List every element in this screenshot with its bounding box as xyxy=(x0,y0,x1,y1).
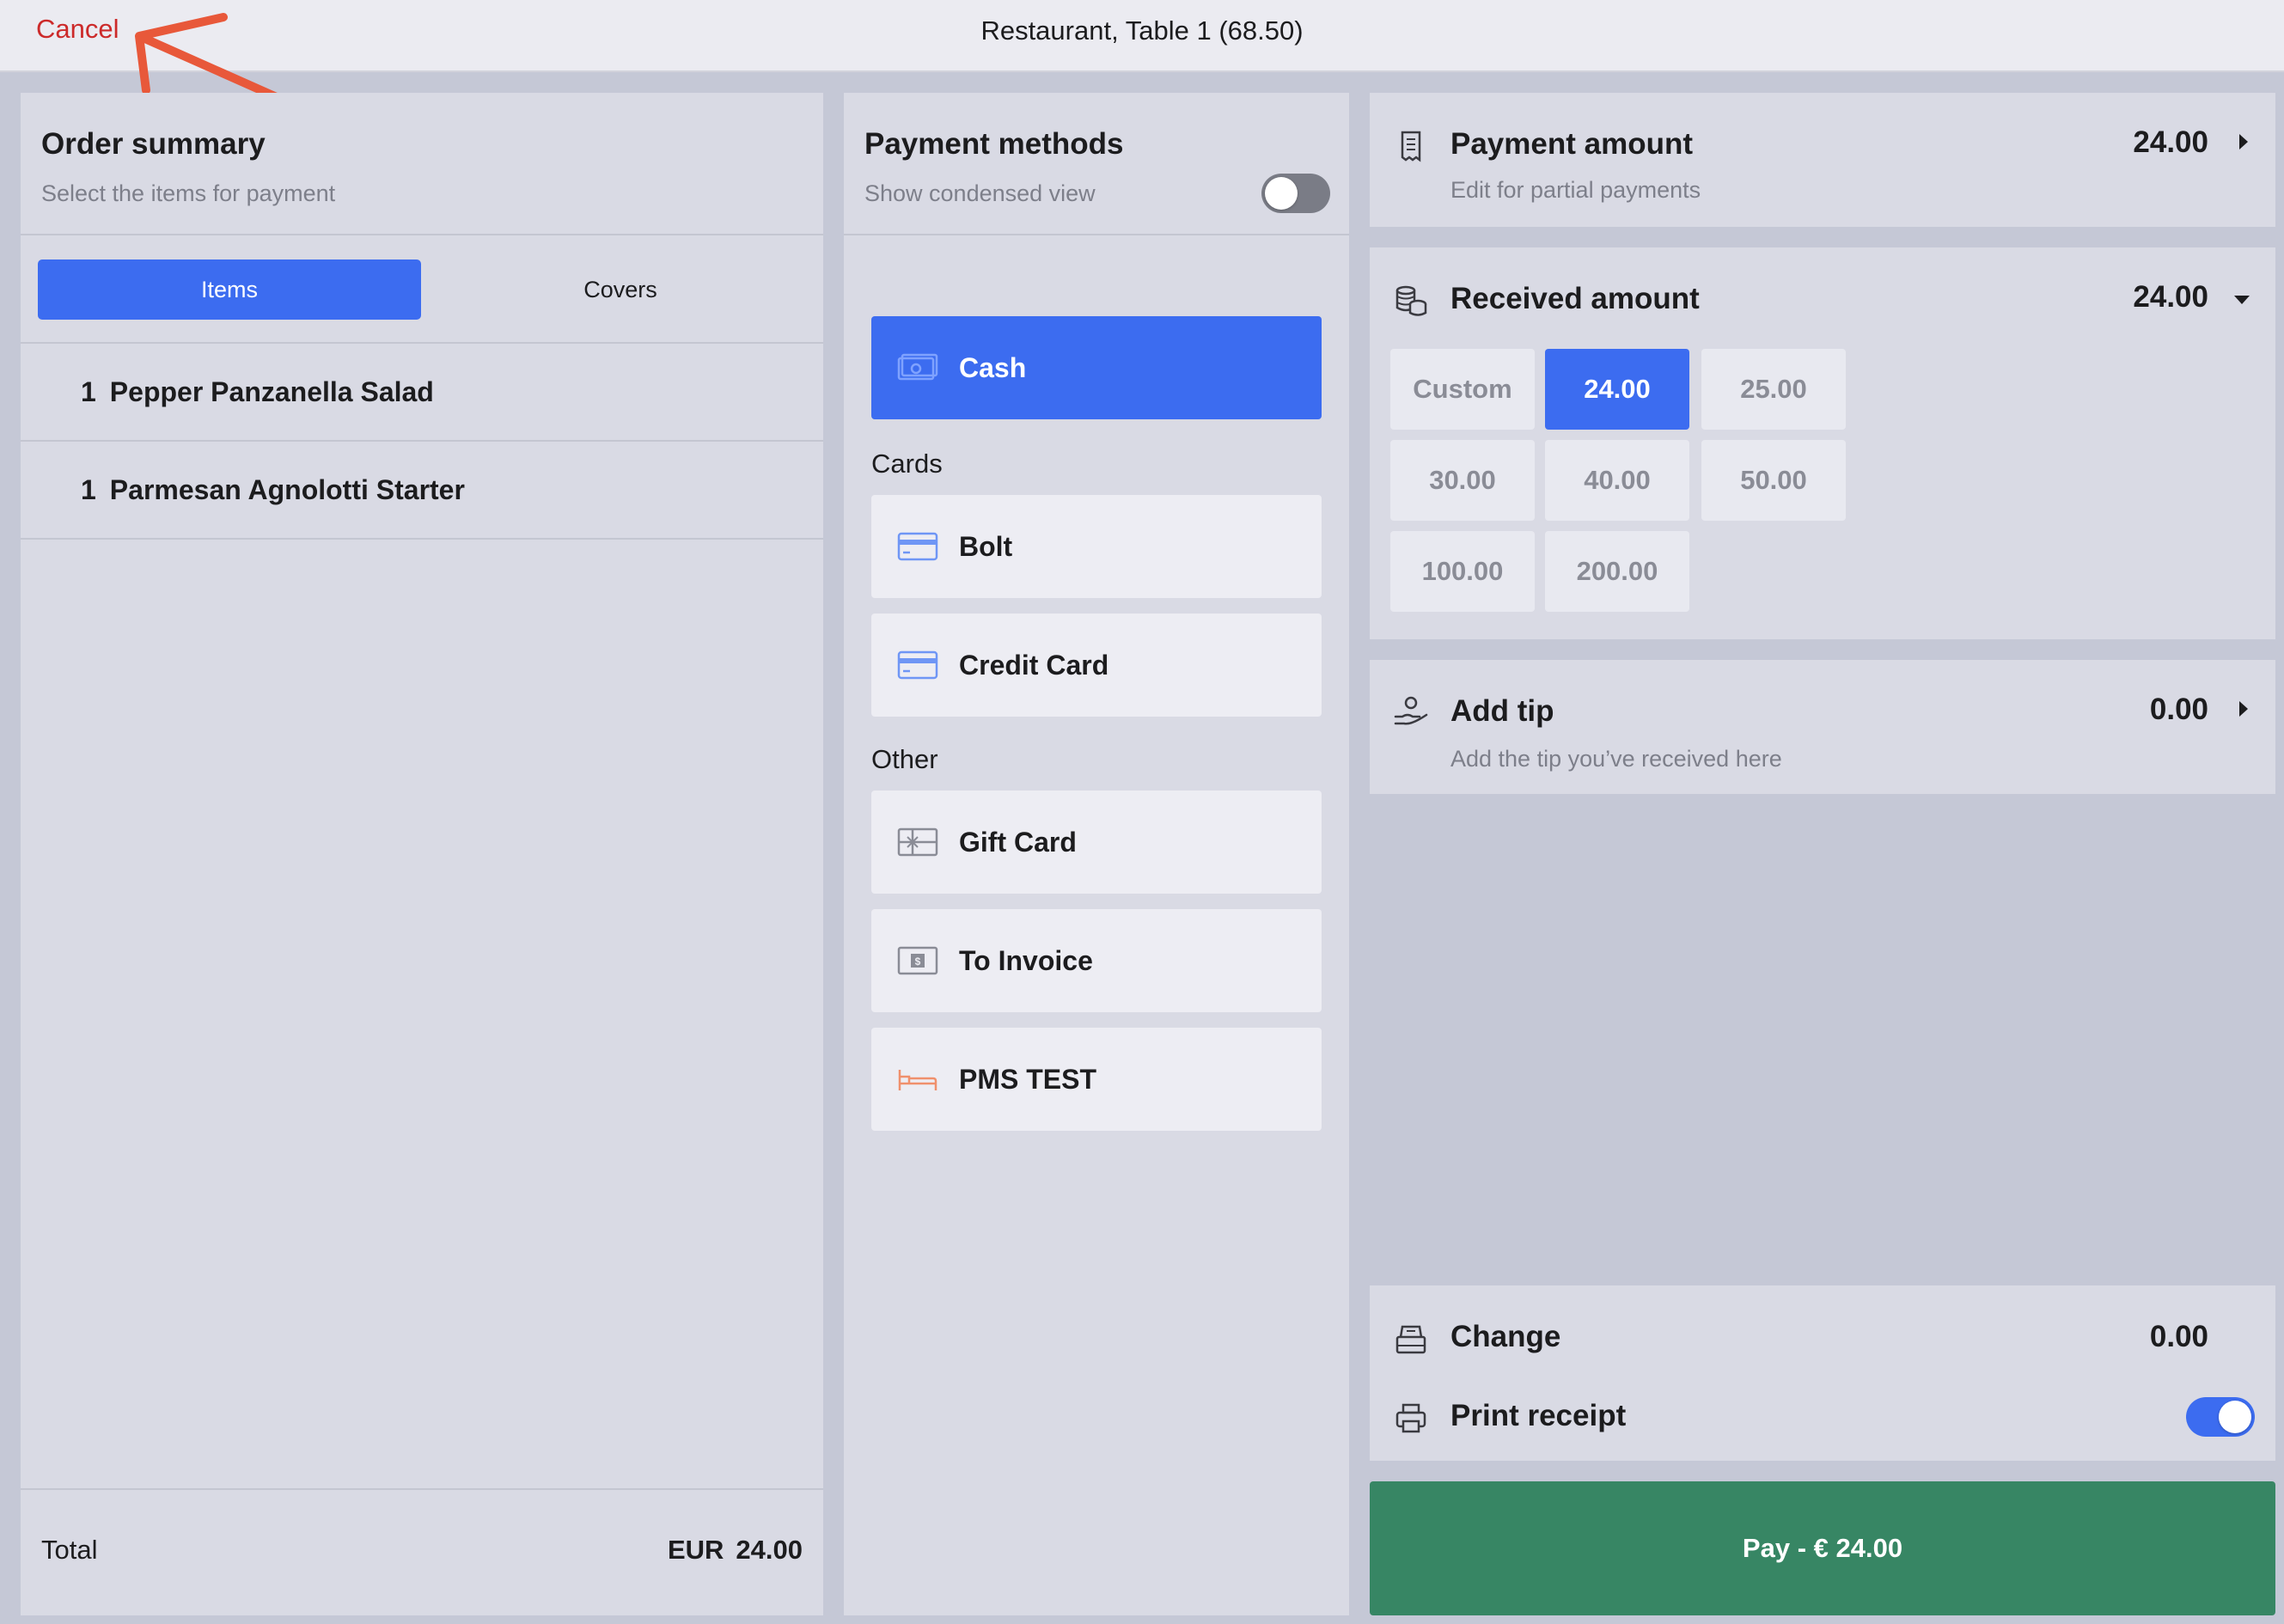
add-tip-row[interactable]: Add tip Add the tip you’ve received here… xyxy=(1370,660,2275,794)
amount-option-50[interactable]: 50.00 xyxy=(1701,440,1846,521)
payment-method-cash[interactable]: Cash xyxy=(871,316,1322,419)
amount-option-40[interactable]: 40.00 xyxy=(1545,440,1689,521)
payment-amount-title: Payment amount xyxy=(1450,127,1693,161)
credit-card-icon xyxy=(897,532,940,561)
amount-option-24[interactable]: 24.00 xyxy=(1545,349,1689,430)
payment-method-bolt[interactable]: Bolt xyxy=(871,495,1322,598)
pms-test-label: PMS TEST xyxy=(959,1063,1097,1095)
order-summary-subtitle: Select the items for payment xyxy=(41,180,336,206)
gift-card-label: Gift Card xyxy=(959,826,1077,858)
bolt-label: Bolt xyxy=(959,530,1013,562)
cash-icon xyxy=(897,353,940,382)
other-group-label: Other xyxy=(871,744,938,774)
received-amount-value: 24.00 xyxy=(2133,280,2208,314)
invoice-icon: $ xyxy=(897,946,940,975)
receipt-icon xyxy=(1401,131,1421,162)
credit-card-label: Credit Card xyxy=(959,649,1109,681)
received-amount-card: Received amount 24.00 Custom 24.00 25.00… xyxy=(1370,247,2275,639)
total-currency: EUR xyxy=(667,1535,724,1565)
change-title: Change xyxy=(1450,1320,1561,1353)
divider xyxy=(21,234,823,235)
amount-option-100[interactable]: 100.00 xyxy=(1390,531,1535,612)
add-tip-subtitle: Add the tip you’ve received here xyxy=(1450,746,1782,772)
tip-value: 0.00 xyxy=(2149,693,2208,726)
chevron-down-icon[interactable] xyxy=(2234,296,2250,304)
print-receipt-title: Print receipt xyxy=(1450,1399,1627,1432)
gift-card-icon xyxy=(897,827,940,857)
cash-label: Cash xyxy=(959,351,1027,383)
amount-option-200[interactable]: 200.00 xyxy=(1545,531,1689,612)
order-item[interactable]: 1 Pepper Panzanella Salad xyxy=(21,344,823,442)
cards-group-label: Cards xyxy=(871,449,943,479)
amount-option-30[interactable]: 30.00 xyxy=(1390,440,1535,521)
credit-card-icon xyxy=(897,650,940,680)
received-amount-title: Received amount xyxy=(1450,282,1700,315)
amount-option-custom[interactable]: Custom xyxy=(1390,349,1535,430)
change-receipt-card: Change 0.00 Print receipt xyxy=(1370,1285,2275,1461)
item-name: Pepper Panzanella Salad xyxy=(109,375,434,407)
toggle-knob xyxy=(1265,177,1298,210)
order-item[interactable]: 1 Parmesan Agnolotti Starter xyxy=(21,442,823,540)
amount-option-25[interactable]: 25.00 xyxy=(1701,349,1846,430)
payment-amount-row[interactable]: Payment amount Edit for partial payments… xyxy=(1370,93,2275,227)
tab-covers[interactable]: Covers xyxy=(435,259,806,320)
coins-icon xyxy=(1395,285,1427,316)
payment-amount-subtitle: Edit for partial payments xyxy=(1450,177,1701,203)
total-row: Total EUR 24.00 xyxy=(21,1488,823,1615)
tip-hand-icon xyxy=(1394,696,1428,725)
toggle-knob xyxy=(2219,1401,2251,1433)
bed-icon xyxy=(897,1065,940,1094)
to-invoice-label: To Invoice xyxy=(959,944,1093,976)
item-qty: 1 xyxy=(81,473,96,505)
total-value: EUR 24.00 xyxy=(656,1535,803,1566)
svg-text:$: $ xyxy=(915,955,921,968)
chevron-right-icon xyxy=(2239,134,2248,150)
item-qty: 1 xyxy=(81,375,96,407)
payment-method-gift-card[interactable]: Gift Card xyxy=(871,791,1322,894)
payment-method-pms-test[interactable]: PMS TEST xyxy=(871,1028,1322,1131)
tab-items[interactable]: Items xyxy=(38,259,421,320)
divider xyxy=(844,234,1349,235)
print-receipt-toggle[interactable] xyxy=(2186,1397,2255,1437)
chevron-right-icon xyxy=(2239,701,2248,717)
payment-amount-value: 24.00 xyxy=(2133,125,2208,159)
top-bar: Cancel Restaurant, Table 1 (68.50) xyxy=(0,0,2284,72)
payment-method-credit-card[interactable]: Credit Card xyxy=(871,614,1322,717)
change-value: 0.00 xyxy=(2149,1320,2208,1353)
total-amount: 24.00 xyxy=(736,1535,803,1565)
payment-methods-title: Payment methods xyxy=(864,127,1124,161)
cash-register-icon xyxy=(1395,1325,1426,1354)
item-name: Parmesan Agnolotti Starter xyxy=(109,473,465,505)
order-summary-title: Order summary xyxy=(41,127,266,161)
payment-method-to-invoice[interactable]: $ To Invoice xyxy=(871,909,1322,1012)
total-label: Total xyxy=(41,1535,98,1565)
page-title: Restaurant, Table 1 (68.50) xyxy=(980,15,1304,46)
order-summary-panel: Order summary Select the items for payme… xyxy=(21,93,823,1615)
payment-methods-panel: Payment methods Show condensed view Cash… xyxy=(844,93,1349,1615)
printer-icon xyxy=(1395,1403,1426,1433)
pay-button[interactable]: Pay - € 24.00 xyxy=(1370,1481,2275,1615)
condensed-view-label: Show condensed view xyxy=(864,180,1096,206)
add-tip-title: Add tip xyxy=(1450,694,1554,728)
condensed-view-toggle[interactable] xyxy=(1261,174,1330,213)
